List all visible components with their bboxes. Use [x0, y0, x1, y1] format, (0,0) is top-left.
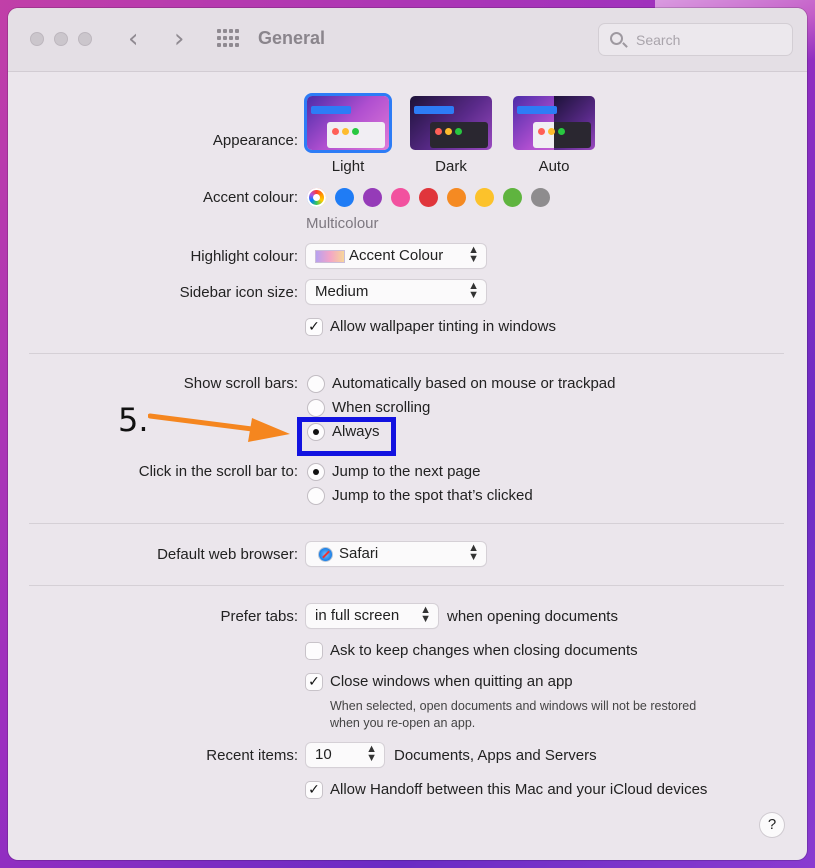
close-windows-label: Close windows when quitting an app [330, 673, 573, 690]
system-preferences-window: ‹ › General Search Appearance: Light Dar… [8, 8, 807, 860]
close-windows-note-line2: when you re-open an app. [330, 716, 476, 730]
safari-compass-icon [318, 547, 333, 562]
search-icon [610, 32, 623, 45]
window-title: General [258, 28, 326, 48]
accent-orange-swatch[interactable] [447, 188, 466, 207]
divider [29, 353, 784, 354]
back-arrow-icon[interactable]: ‹ [128, 24, 138, 54]
highlight-swatch [315, 250, 345, 263]
prefer-tabs-value: in full screen [315, 607, 400, 624]
sidebar-icon-size-label: Sidebar icon size: [179, 284, 298, 301]
appearance-auto-label: Auto [538, 158, 570, 175]
default-browser-popup[interactable]: Safari ▲ ▼ [306, 542, 486, 566]
annotation-step-label: 5. [118, 401, 149, 439]
chevron-updown-icon: ▲ ▼ [468, 244, 479, 265]
annotation-arrow-icon [148, 413, 290, 442]
ask-keep-changes-label: Ask to keep changes when closing documen… [330, 642, 638, 659]
search-placeholder: Search [636, 32, 681, 48]
help-button[interactable]: ? [760, 813, 784, 837]
search-field[interactable]: Search [598, 23, 793, 56]
accent-red-swatch[interactable] [419, 188, 438, 207]
recent-items-suffix: Documents, Apps and Servers [394, 747, 597, 764]
close-windows-note-line1: When selected, open documents and window… [330, 699, 697, 713]
zoom-window-button[interactable] [78, 32, 92, 46]
chevron-updown-icon: ▲ ▼ [468, 542, 479, 563]
click-scroll-bar-label: Click in the scroll bar to: [138, 463, 298, 480]
accent-pink-swatch[interactable] [391, 188, 410, 207]
annotation-highlight-box [297, 417, 396, 456]
scroll-bars-automatic-radio[interactable] [308, 376, 324, 392]
recent-items-label: Recent items: [206, 747, 298, 764]
appearance-label: Appearance: [212, 132, 298, 149]
appearance-dark-thumbnail[interactable] [410, 96, 492, 150]
divider [29, 585, 784, 586]
accent-multicolour-swatch[interactable] [307, 188, 326, 207]
accent-colour-label: Accent colour: [202, 189, 298, 206]
handoff-checkbox[interactable]: ✓ [306, 782, 322, 798]
highlight-colour-label: Highlight colour: [190, 248, 298, 265]
prefer-tabs-popup[interactable]: in full screen ▲ ▼ [306, 604, 438, 628]
scroll-bars-when-scrolling-radio[interactable] [308, 400, 324, 416]
wallpaper-tinting-label: Allow wallpaper tinting in windows [330, 318, 556, 335]
accent-purple-swatch[interactable] [363, 188, 382, 207]
click-next-page-radio[interactable] [308, 464, 324, 480]
chevron-updown-icon: ▲ ▼ [366, 743, 377, 764]
titlebar: ‹ › General Search [8, 8, 807, 72]
prefer-tabs-suffix: when opening documents [447, 608, 618, 625]
accent-selected-name: Multicolour [306, 215, 379, 232]
highlight-colour-popup[interactable]: Accent Colour ▲ ▼ [306, 244, 486, 268]
accent-blue-swatch[interactable] [335, 188, 354, 207]
scroll-bars-when-scrolling-label: When scrolling [332, 399, 431, 416]
sidebar-icon-size-popup[interactable]: Medium ▲ ▼ [306, 280, 486, 304]
prefer-tabs-label: Prefer tabs: [220, 608, 298, 625]
accent-yellow-swatch[interactable] [475, 188, 494, 207]
appearance-light-thumbnail[interactable] [307, 96, 389, 150]
close-windows-checkbox[interactable]: ✓ [306, 674, 322, 690]
accent-graphite-swatch[interactable] [531, 188, 550, 207]
chevron-updown-icon: ▲ ▼ [420, 604, 431, 625]
recent-items-value: 10 [315, 746, 332, 763]
scroll-bars-automatic-label: Automatically based on mouse or trackpad [332, 375, 616, 392]
forward-arrow-icon[interactable]: › [174, 24, 184, 54]
handoff-label: Allow Handoff between this Mac and your … [330, 781, 708, 798]
appearance-auto-thumbnail[interactable] [513, 96, 595, 150]
default-browser-value: Safari [339, 545, 379, 562]
divider [29, 523, 784, 524]
click-next-page-label: Jump to the next page [332, 463, 481, 480]
minimize-window-button[interactable] [54, 32, 68, 46]
default-browser-label: Default web browser: [157, 546, 298, 563]
click-spot-clicked-label: Jump to the spot that’s clicked [332, 487, 533, 504]
click-spot-clicked-radio[interactable] [308, 488, 324, 504]
show-all-grid-icon[interactable] [217, 29, 239, 49]
ask-keep-changes-checkbox[interactable] [306, 643, 322, 659]
chevron-updown-icon: ▲ ▼ [468, 280, 479, 301]
close-window-button[interactable] [30, 32, 44, 46]
appearance-dark-label: Dark [435, 158, 467, 175]
highlight-colour-value: Accent Colour [349, 247, 444, 264]
accent-green-swatch[interactable] [503, 188, 522, 207]
wallpaper-tinting-checkbox[interactable]: ✓ [306, 319, 322, 335]
show-scroll-bars-label: Show scroll bars: [183, 375, 298, 392]
sidebar-icon-size-value: Medium [315, 283, 369, 300]
recent-items-popup[interactable]: 10 ▲ ▼ [306, 743, 384, 767]
appearance-light-label: Light [331, 158, 365, 175]
